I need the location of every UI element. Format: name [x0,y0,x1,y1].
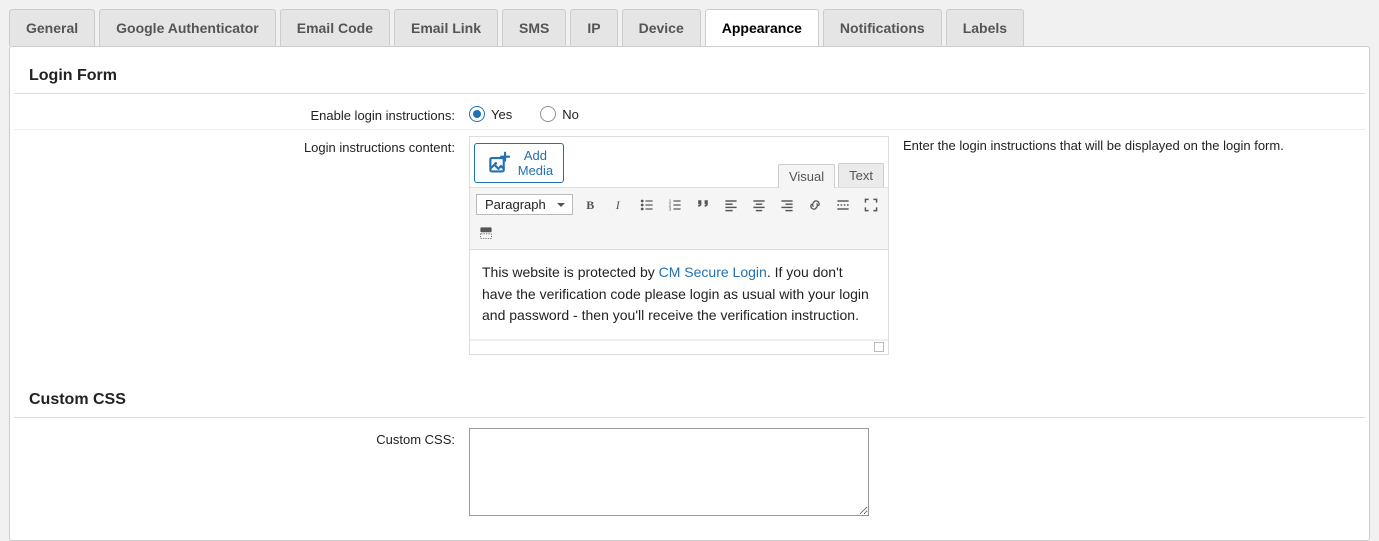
enable-no-option[interactable]: No [540,106,579,122]
svg-text:3: 3 [668,206,671,212]
tab-general[interactable]: General [9,9,95,46]
enable-yes-option[interactable]: Yes [469,106,512,122]
radio-yes-icon [469,106,485,122]
read-more-button[interactable] [833,195,853,215]
radio-no-icon [540,106,556,122]
editor-content-area[interactable]: This website is protected by CM Secure L… [470,250,888,340]
toolbar-toggle-button[interactable] [476,223,496,243]
tab-appearance[interactable]: Appearance [705,9,819,46]
editor-tab-text[interactable]: Text [838,163,884,187]
section-custom-css: Custom CSS [14,391,1365,418]
tab-device[interactable]: Device [622,9,701,46]
align-left-button[interactable] [721,195,741,215]
svg-text:I: I [615,198,621,212]
numbered-list-button[interactable]: 123 [665,195,685,215]
media-icon [485,150,512,177]
custom-css-label: Custom CSS: [29,428,469,447]
align-center-button[interactable] [749,195,769,215]
editor-tab-visual[interactable]: Visual [778,164,835,188]
tab-email-code[interactable]: Email Code [280,9,390,46]
align-right-button[interactable] [777,195,797,215]
add-media-button[interactable]: Add Media [474,143,564,183]
fullscreen-button[interactable] [861,195,881,215]
link-button[interactable] [805,195,825,215]
add-media-label: Add Media [518,148,553,178]
paragraph-select[interactable]: Paragraph [476,194,573,215]
tab-sms[interactable]: SMS [502,9,566,46]
bold-button[interactable]: B [581,195,601,215]
content-text-before: This website is protected by [482,264,659,280]
section-login-form: Login Form [14,67,1365,94]
blockquote-button[interactable] [693,195,713,215]
wysiwyg-editor: Add Media Visual Text Paragraph B I 123 [469,136,889,355]
bullet-list-button[interactable] [637,195,657,215]
editor-resize-handle[interactable] [470,340,888,354]
content-link[interactable]: CM Secure Login [659,264,767,280]
enable-instructions-label: Enable login instructions: [29,104,469,123]
enable-no-label: No [562,107,579,122]
svg-text:B: B [586,198,594,212]
instructions-help-text: Enter the login instructions that will b… [903,136,1284,153]
editor-toolbar: Paragraph B I 123 [470,187,888,250]
tab-email-link[interactable]: Email Link [394,9,498,46]
tab-google-authenticator[interactable]: Google Authenticator [99,9,276,46]
italic-button[interactable]: I [609,195,629,215]
tab-labels[interactable]: Labels [946,9,1024,46]
tab-ip[interactable]: IP [570,9,617,46]
tab-notifications[interactable]: Notifications [823,9,942,46]
custom-css-textarea[interactable] [469,428,869,516]
instructions-content-label: Login instructions content: [29,136,469,155]
enable-yes-label: Yes [491,107,512,122]
